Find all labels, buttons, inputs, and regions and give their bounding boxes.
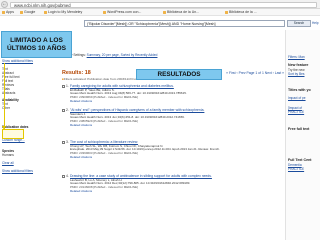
result-number: 4.	[66, 174, 69, 178]
browser-toolbar: ← www.ncbi.nlm.nih.gov/pubmed	[0, 0, 320, 9]
right-heading: New feature	[288, 63, 309, 67]
result-title[interactable]: The cost of schizophrenia: a literature …	[70, 140, 280, 144]
address-bar[interactable]: www.ncbi.nlm.nih.gov/pubmed	[10, 1, 317, 8]
right-item[interactable]: PRACTICE	[288, 167, 304, 171]
pubmed-search-row: ("Bipolar Disorder"[Mesh]) OR "Schizophr…	[0, 17, 320, 30]
back-arrow-icon[interactable]: ←	[1, 1, 8, 8]
result-checkbox[interactable]	[62, 108, 65, 112]
limit-callout-line-1: LIMITADO A LOS	[10, 36, 63, 44]
related-citations-link[interactable]: Related citations	[70, 100, 282, 104]
search-button[interactable]: Search	[287, 20, 311, 27]
result-checkbox[interactable]	[62, 84, 65, 88]
bookmark-mendeley[interactable]: Login to My Mendeley	[44, 10, 82, 15]
related-citations-link[interactable]: Related citations	[70, 124, 282, 128]
bookmark-biblioteca-2[interactable]: Biblioteca de la ...	[225, 10, 257, 15]
result-checkbox[interactable]	[62, 140, 65, 144]
search-input[interactable]: ("Bipolar Disorder"[Mesh]) OR "Schizophr…	[84, 20, 285, 27]
sidebar-show-filters[interactable]: Show additional filters	[2, 169, 33, 173]
right-sidebar: Filters: Man New feature Try the new Sor…	[285, 30, 320, 240]
sidebar-clear-all[interactable]: Clear all	[2, 161, 14, 165]
bookmark-google[interactable]: Google	[20, 10, 35, 15]
display-settings-value[interactable]: Summary, 20 per page, Sorted by Recently…	[87, 53, 158, 57]
highlight-box	[2, 129, 24, 139]
right-item[interactable]: PRACTICE	[288, 110, 304, 114]
bookmark-wordpress[interactable]: WordPress.com con...	[103, 10, 141, 15]
right-item[interactable]: Filters: Man	[288, 55, 305, 59]
display-settings[interactable]: Display Settings: Summary, 20 per page, …	[62, 53, 157, 57]
sidebar-item-humans[interactable]: Humans	[2, 153, 14, 157]
pager[interactable]: « First ‹ Prev Page 1 of 1 Next › Last »	[226, 71, 284, 75]
filter-sidebar: Show additional filters Text Abstract Fr…	[0, 58, 62, 240]
result-title[interactable]: Drawing the line: a case study of ambiva…	[70, 174, 280, 178]
limit-callout: LIMITADO A LOS ÚLTIMOS 10 AÑOS	[1, 31, 72, 58]
results-callout: RESULTADOS	[136, 69, 222, 80]
right-item[interactable]: Sort by Bes	[288, 72, 304, 76]
related-citations-link[interactable]: Related citations	[70, 190, 282, 194]
address-url: www.ncbi.nlm.nih.gov/pubmed	[14, 2, 71, 8]
right-heading: Full Text Cent	[288, 158, 312, 162]
bookmarks-bar: Apps Google Login to My Mendeley WordPre…	[0, 9, 320, 16]
sidebar-item[interactable]: Show additional filters	[2, 59, 33, 63]
result-number: 1.	[66, 84, 69, 88]
results-count: Results: 18	[62, 70, 91, 76]
result-number: 2.	[66, 108, 69, 112]
right-item[interactable]: Impact of pe	[288, 96, 306, 100]
result-title[interactable]: Family caregiving for adults with schizo…	[70, 84, 280, 88]
bookmark-biblioteca-1[interactable]: Biblioteca de la Un...	[163, 10, 199, 15]
help-link[interactable]: Help	[312, 21, 319, 25]
related-citations-link[interactable]: Related citations	[70, 156, 282, 160]
search-query-text: ("Bipolar Disorder"[Mesh]) OR "Schizophr…	[87, 21, 216, 26]
limit-callout-line-2: ÚLTIMOS 10 AÑOS	[7, 44, 66, 52]
results-main: Display Settings: Summary, 20 per page, …	[62, 30, 284, 240]
arrow-icon	[4, 63, 6, 129]
result-number: 3.	[66, 140, 69, 144]
bookmark-apps[interactable]: Apps	[2, 10, 14, 15]
result-title[interactable]: "At wits' end": perspectives of Hispanic…	[70, 108, 280, 112]
result-checkbox[interactable]	[62, 174, 65, 178]
right-heading: Free full text	[288, 127, 310, 131]
right-heading: Titles with yo	[288, 88, 311, 92]
